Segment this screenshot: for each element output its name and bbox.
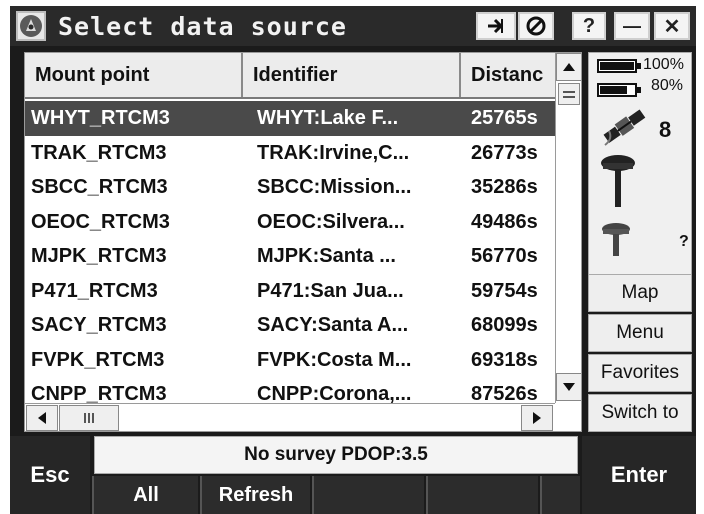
grip-icon	[84, 413, 94, 423]
table-row[interactable]: OEOC_RTCM3 OEOC:Silvera... 49486s	[25, 205, 555, 240]
identifier-cell: SACY:Santa A...	[257, 314, 409, 336]
table-row[interactable]: MJPK_RTCM3 MJPK:Santa ... 56770s	[25, 239, 555, 274]
vertical-scrollbar[interactable]	[555, 53, 581, 403]
enter-button[interactable]: Enter	[582, 436, 696, 514]
satellite-count: 8	[659, 117, 672, 142]
mount-point-cell: TRAK_RTCM3	[31, 141, 167, 164]
column-header-distance[interactable]: Distanc	[461, 53, 555, 97]
receiver-2-icon	[602, 223, 630, 256]
battery-2-icon	[597, 83, 641, 97]
distance-cell: 56770s	[471, 245, 538, 267]
window-title: Select data source	[58, 12, 347, 41]
column-header-identifier[interactable]: Identifier	[243, 53, 461, 97]
scroll-up-button[interactable]	[556, 53, 581, 81]
mount-point-cell: SACY_RTCM3	[31, 314, 167, 336]
distance-cell: 69318s	[471, 348, 538, 371]
table-header: Mount point Identifier Distanc	[25, 53, 555, 99]
mount-point-table: Mount point Identifier Distanc WHYT_RTCM…	[24, 52, 582, 432]
softkey-all[interactable]: All	[92, 476, 198, 514]
help-button[interactable]: ?	[572, 12, 606, 40]
distance-cell: 35286s	[471, 176, 538, 198]
mount-point-cell: WHYT_RTCM3	[31, 107, 170, 129]
connect-button[interactable]	[476, 12, 516, 40]
table-row[interactable]: SBCC_RTCM3 SBCC:Mission... 35286s	[25, 170, 555, 205]
no-entry-icon	[526, 16, 546, 36]
scroll-right-button[interactable]	[521, 405, 553, 431]
gnss-receiver-icon	[601, 155, 635, 207]
minimize-button[interactable]: —	[614, 12, 650, 40]
triangle-left-icon	[38, 412, 46, 424]
identifier-cell: TRAK:Irvine,C...	[257, 141, 410, 164]
identifier-cell: FVPK:Costa M...	[257, 348, 412, 371]
distance-cell: 68099s	[471, 314, 538, 336]
triangle-down-icon	[563, 383, 575, 391]
status-panel: 100% 80% 8 ?	[588, 52, 692, 282]
identifier-cell: P471:San Jua...	[257, 279, 404, 302]
mount-point-cell: MJPK_RTCM3	[31, 245, 167, 267]
distance-cell: 49486s	[471, 210, 538, 233]
triangle-up-icon	[563, 63, 575, 71]
mount-point-cell: FVPK_RTCM3	[31, 348, 165, 371]
softkey-empty-5[interactable]	[540, 476, 580, 514]
table-row[interactable]: TRAK_RTCM3 TRAK:Irvine,C... 26773s	[25, 136, 555, 171]
scroll-left-button[interactable]	[26, 405, 58, 431]
mount-point-cell: P471_RTCM3	[31, 279, 158, 302]
horizontal-scrollbar[interactable]	[25, 403, 555, 431]
close-button[interactable]: ✕	[654, 12, 690, 40]
distance-cell: 59754s	[471, 279, 538, 302]
softkey-empty-3[interactable]	[312, 476, 424, 514]
battery-1-level: 100%	[643, 56, 684, 73]
battery-1-icon	[597, 59, 641, 73]
identifier-cell: MJPK:Santa ...	[257, 245, 396, 267]
distance-cell: 26773s	[471, 141, 538, 164]
softkey-empty-4[interactable]	[426, 476, 538, 514]
satellite-icon	[603, 109, 646, 146]
switch-to-button[interactable]: Switch to	[588, 394, 692, 432]
column-header-mount-point[interactable]: Mount point	[25, 53, 243, 97]
identifier-cell: WHYT:Lake F...	[257, 107, 399, 129]
app-logo-icon[interactable]	[16, 11, 46, 41]
favorites-button[interactable]: Favorites	[588, 354, 692, 392]
softkey-refresh[interactable]: Refresh	[200, 476, 310, 514]
table-row[interactable]: P471_RTCM3 P471:San Jua... 59754s	[25, 274, 555, 309]
app-window: Select data source ? — ✕ Mount point Ide…	[10, 6, 696, 514]
map-button[interactable]: Map	[588, 274, 692, 312]
triangle-right-icon	[533, 412, 541, 424]
menu-button[interactable]: Menu	[588, 314, 692, 352]
table-row[interactable]: WHYT_RTCM3 WHYT:Lake F... 25765s	[25, 101, 555, 136]
status-bar: No survey PDOP:3.5	[94, 436, 578, 474]
identifier-cell: SBCC:Mission...	[257, 176, 412, 198]
mount-point-cell: SBCC_RTCM3	[31, 176, 168, 198]
vertical-scroll-thumb[interactable]	[558, 83, 580, 105]
identifier-cell: OEOC:Silvera...	[257, 210, 405, 233]
table-row[interactable]: FVPK_RTCM3 FVPK:Costa M... 69318s	[25, 343, 555, 378]
title-bar: Select data source ? — ✕	[10, 6, 696, 46]
battery-2-level: 80%	[651, 77, 684, 94]
table-body: WHYT_RTCM3 WHYT:Lake F... 25765s TRAK_RT…	[25, 101, 555, 412]
horizontal-scroll-thumb[interactable]	[59, 405, 119, 431]
connect-arrow-icon	[488, 18, 504, 34]
table-row[interactable]: SACY_RTCM3 SACY:Santa A... 68099s	[25, 308, 555, 343]
scroll-down-button[interactable]	[556, 373, 581, 401]
receiver-2-status: ?	[679, 233, 689, 250]
disconnect-button[interactable]	[518, 12, 554, 40]
mount-point-cell: OEOC_RTCM3	[31, 210, 170, 233]
distance-cell: 25765s	[471, 107, 538, 129]
esc-button[interactable]: Esc	[10, 436, 90, 514]
